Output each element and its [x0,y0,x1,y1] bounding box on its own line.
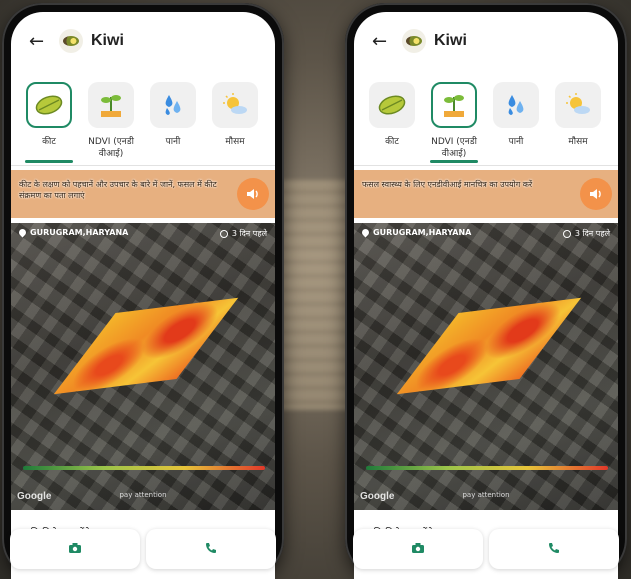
tab-label: NDVI (एनडी वीआई) [88,137,134,159]
tab-water[interactable]: पानी [143,82,203,148]
kiwi-icon [59,29,83,53]
tab-weather[interactable]: मौसम [548,82,608,148]
camera-button[interactable] [353,529,483,569]
phone-left: ← Kiwi कीट NDVI (एनडी वीआई) पानी मौसम की… [2,3,284,579]
weather-icon [566,93,590,114]
phone-icon [549,543,559,553]
category-tabs: कीट NDVI (एनडी वीआई) पानी मौसम [354,70,618,167]
water-drops-icon [508,95,524,115]
app-screen: ← Kiwi कीट NDVI (एनडी वीआई) पानी मौसम [11,12,275,579]
water-drops-icon [165,95,181,115]
tab-pest[interactable]: कीट [362,82,422,148]
banner-text: फसल स्वास्थ्य के लिए एनडीवीआई मानचित्र क… [362,180,533,189]
location-label: GURUGRAM,HARYANA [17,227,128,238]
call-button[interactable] [489,529,619,569]
info-banner: कीट के लक्षण को पहचानें और उपचार के बारे… [11,170,275,218]
speaker-icon [247,189,258,199]
tab-label: कीट [385,137,399,147]
tab-label: पानी [165,137,181,147]
location-pin-icon [360,227,371,238]
action-buttons [10,529,276,569]
plant-ndvi-icon [444,95,464,117]
tab-weather[interactable]: मौसम [205,82,265,148]
back-arrow-icon[interactable]: ← [372,31,398,52]
scale-caption: pay attention [119,491,167,499]
time-label: 3 दिन पहले [562,228,610,239]
info-banner: फसल स्वास्थ्य के लिए एनडीवीआई मानचित्र क… [354,170,618,218]
banner-text: कीट के लक्षण को पहचानें और उपचार के बारे… [19,180,217,200]
active-tab-indicator [25,160,73,163]
back-arrow-icon[interactable]: ← [29,31,55,52]
camera-icon [412,543,424,553]
tab-label: NDVI (एनडी वीआई) [431,137,477,159]
time-label: 3 दिन पहले [219,228,267,239]
call-button[interactable] [146,529,276,569]
camera-icon [69,543,81,553]
speaker-button[interactable] [580,178,612,210]
app-header: ← Kiwi [11,12,275,70]
tab-label: मौसम [568,137,588,147]
tab-label: पानी [508,137,524,147]
category-tabs: कीट NDVI (एनडी वीआई) पानी मौसम [11,70,275,167]
action-buttons [353,529,619,569]
weather-icon [223,93,247,114]
color-scale-bar [366,466,608,470]
color-scale-bar [23,466,265,470]
camera-button[interactable] [10,529,140,569]
tab-water[interactable]: पानी [486,82,546,148]
leaf-pest-icon [35,95,63,115]
active-tab-indicator [430,160,478,163]
page-title: Kiwi [91,32,124,49]
phone-icon [206,543,216,553]
kiwi-icon [402,29,426,53]
app-screen: ← Kiwi कीट NDVI (एनडी वीआई) पानी मौसम [354,12,618,579]
speaker-button[interactable] [237,178,269,210]
tab-label: कीट [42,137,56,147]
tab-ndvi[interactable]: NDVI (एनडी वीआई) [81,82,141,160]
clock-icon [562,229,571,238]
speaker-icon [590,189,601,199]
location-label: GURUGRAM,HARYANA [360,227,471,238]
tab-label: मौसम [225,137,245,147]
page-title: Kiwi [434,32,467,49]
location-pin-icon [17,227,28,238]
satellite-map[interactable]: GURUGRAM,HARYANA 3 दिन पहले Google pay a… [11,223,275,510]
scale-caption: pay attention [462,491,510,499]
phone-right: ← Kiwi कीट NDVI (एनडी वीआई) पानी मौसम फस… [345,3,627,579]
tab-ndvi[interactable]: NDVI (एनडी वीआई) [424,82,484,160]
satellite-map[interactable]: GURUGRAM,HARYANA 3 दिन पहले Google pay a… [354,223,618,510]
clock-icon [219,229,228,238]
leaf-pest-icon [378,95,406,115]
tab-pest[interactable]: कीट [19,82,79,148]
app-header: ← Kiwi [354,12,618,70]
plant-ndvi-icon [101,95,121,117]
